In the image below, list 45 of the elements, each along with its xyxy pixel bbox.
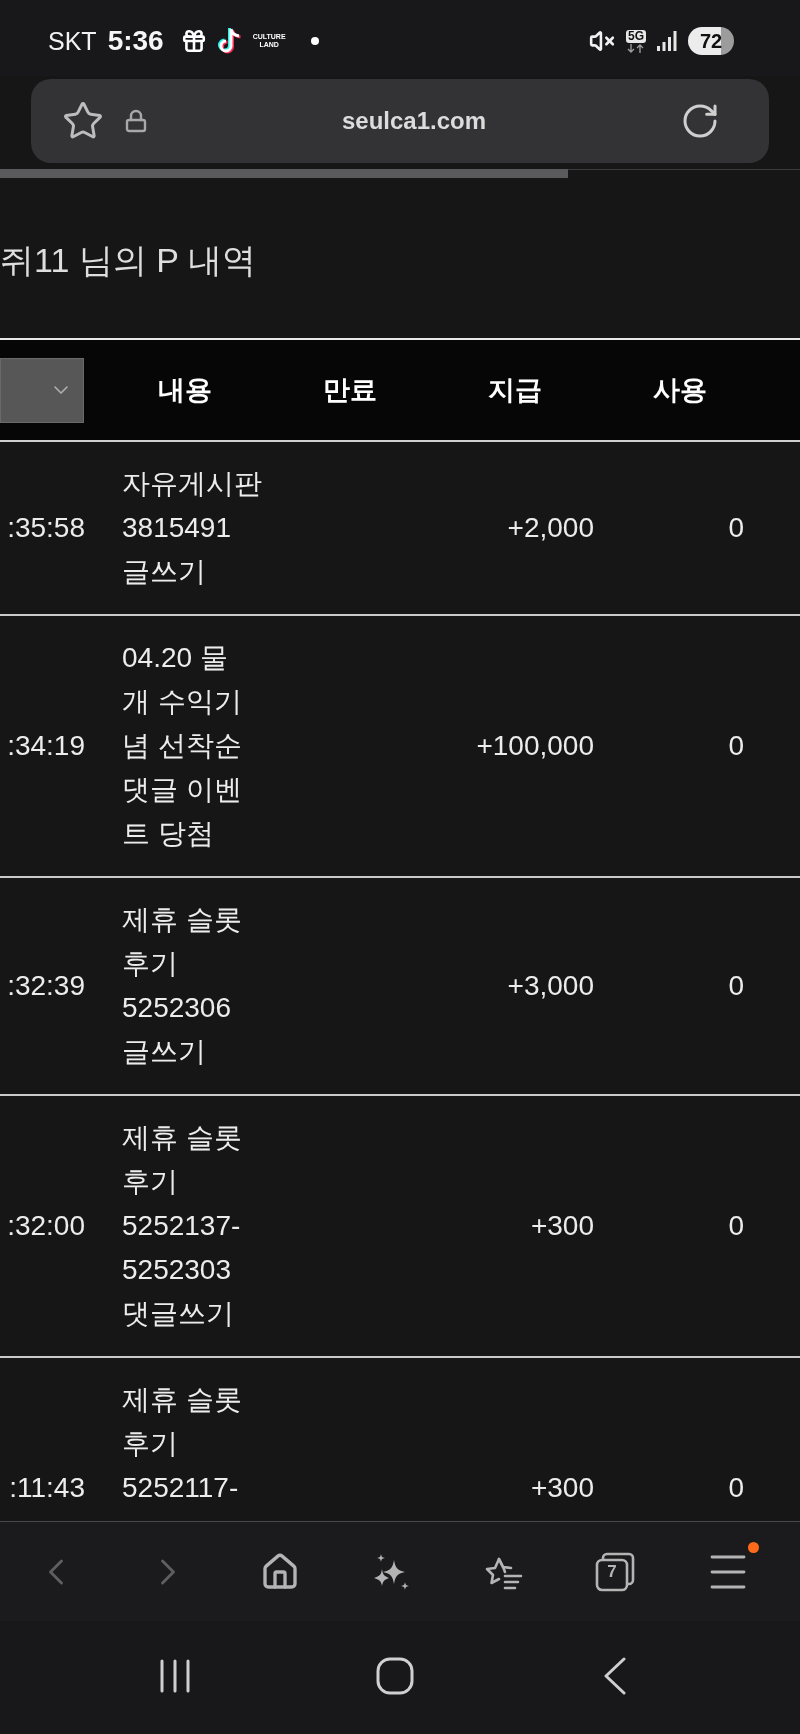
- battery-level: 72: [688, 27, 734, 55]
- lock-icon: [124, 109, 148, 133]
- notification-dot-icon: [310, 37, 319, 45]
- content-cell-text: 제휴 슬롯 후기 5252117-: [122, 1383, 242, 1505]
- menu-icon: [710, 1554, 746, 1589]
- time-cell-text: :35:58: [7, 511, 86, 545]
- mute-icon: [589, 28, 615, 54]
- column-header: 사용: [653, 374, 707, 407]
- chevron-left-icon: [603, 1656, 627, 1695]
- amount-cell-text: +100,000: [476, 729, 595, 763]
- page-title: 쥐11 님의 P 내역: [0, 240, 256, 280]
- url-text: seulca1.com: [340, 107, 488, 135]
- content-cell-text: 자유게시판 3815491 글쓰기: [122, 467, 262, 589]
- used-cell-text: 0: [728, 1209, 745, 1243]
- time-cell-text: :32:39: [7, 969, 86, 1003]
- home-icon: [260, 1551, 300, 1592]
- used-cell-text: 0: [728, 1471, 745, 1505]
- music-note-icon: [217, 27, 242, 55]
- amount-cell-text: +300: [530, 1471, 595, 1505]
- recent-apps-icon: [159, 1658, 191, 1693]
- time-cell-text: :11:43: [9, 1471, 86, 1505]
- rounded-square-icon: [376, 1656, 414, 1695]
- content-cell-text: 제휴 슬롯 후기 5252137- 5252303 댓글쓰기: [122, 1121, 242, 1331]
- address-bar[interactable]: seulca1.com: [31, 79, 769, 163]
- column-header: 만료: [323, 374, 377, 407]
- used-cell-text: 0: [728, 969, 745, 1003]
- column-header: 지급: [488, 374, 542, 407]
- time-cell-text: :34:19: [7, 729, 86, 763]
- tabs-icon: [595, 1551, 637, 1592]
- column-header: 내용: [158, 374, 212, 407]
- data-arrows-icon: [627, 43, 645, 53]
- content-cell-text: 04.20 물 개 수익기 념 선착순 댓글 이벤 트 당첨: [122, 641, 242, 851]
- used-cell-text: 0: [728, 511, 745, 545]
- carrier-name: SKT: [48, 26, 97, 56]
- network-type-badge: 5G: [626, 29, 646, 43]
- tabs-button[interactable]: 7: [584, 1539, 648, 1604]
- used-cell-text: 0: [728, 729, 745, 763]
- time-cell-text: :32:00: [7, 1209, 86, 1243]
- amount-cell-text: +3,000: [507, 969, 595, 1003]
- gift-icon: [180, 28, 207, 54]
- status-time: 5:36: [107, 26, 164, 56]
- signal-icon: [657, 31, 677, 51]
- amount-cell-text: +2,000: [507, 511, 595, 545]
- content-cell-text: 제휴 슬롯 후기 5252306 글쓰기: [122, 903, 242, 1069]
- amount-cell-text: +300: [530, 1209, 595, 1243]
